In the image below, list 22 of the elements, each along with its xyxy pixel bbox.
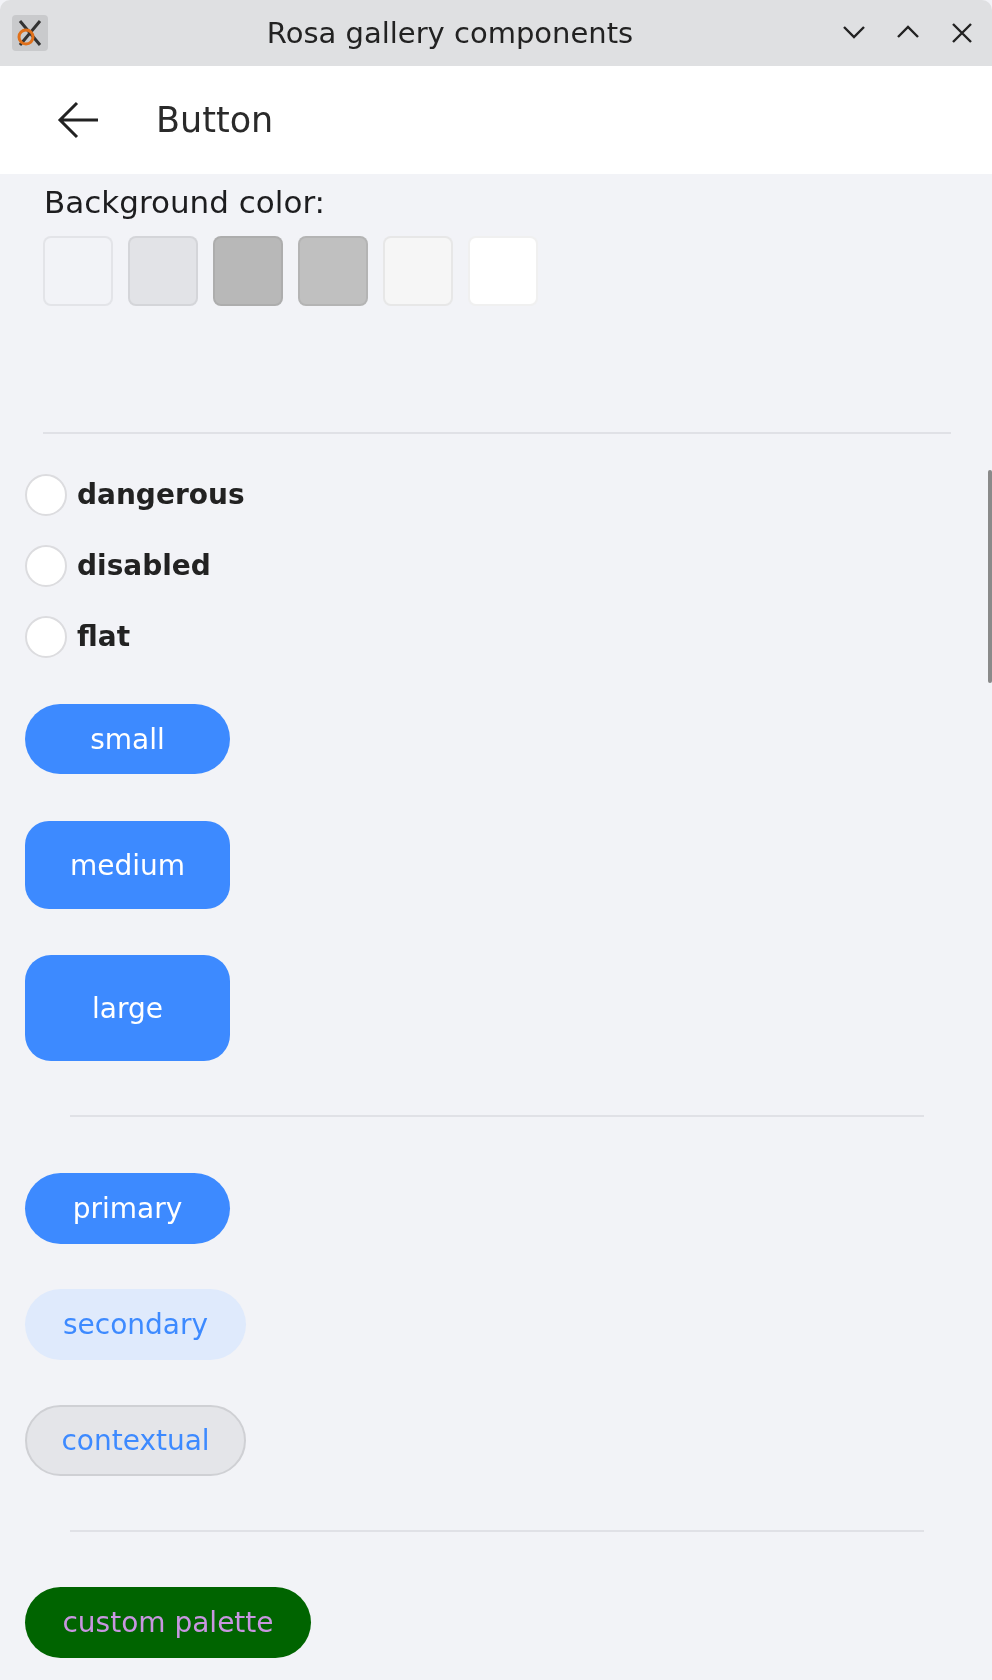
checkbox-label: disabled: [77, 549, 211, 582]
checkbox[interactable]: [25, 473, 67, 516]
page-title: Button: [156, 100, 274, 140]
checkbox[interactable]: [25, 615, 67, 658]
window-title: Rosa gallery components: [265, 16, 635, 50]
custom-palette-button[interactable]: custom palette: [25, 1587, 311, 1658]
primary-button[interactable]: primary: [25, 1173, 230, 1244]
color-swatch[interactable]: [213, 236, 283, 306]
large-button[interactable]: large: [25, 955, 230, 1061]
small-button[interactable]: small: [25, 704, 230, 774]
section-label: Background color:: [44, 184, 326, 220]
color-swatch[interactable]: [128, 236, 198, 306]
app-icon: [12, 15, 48, 51]
scrollbar[interactable]: [988, 470, 992, 683]
back-arrow-icon[interactable]: [56, 100, 100, 140]
checkbox-label: dangerous: [77, 478, 245, 511]
medium-button[interactable]: medium: [25, 821, 230, 909]
checkbox[interactable]: [25, 544, 67, 587]
contextual-button[interactable]: contextual: [25, 1405, 246, 1476]
secondary-button[interactable]: secondary: [25, 1289, 246, 1360]
color-swatch[interactable]: [298, 236, 368, 306]
checkbox-label: flat: [77, 620, 131, 653]
